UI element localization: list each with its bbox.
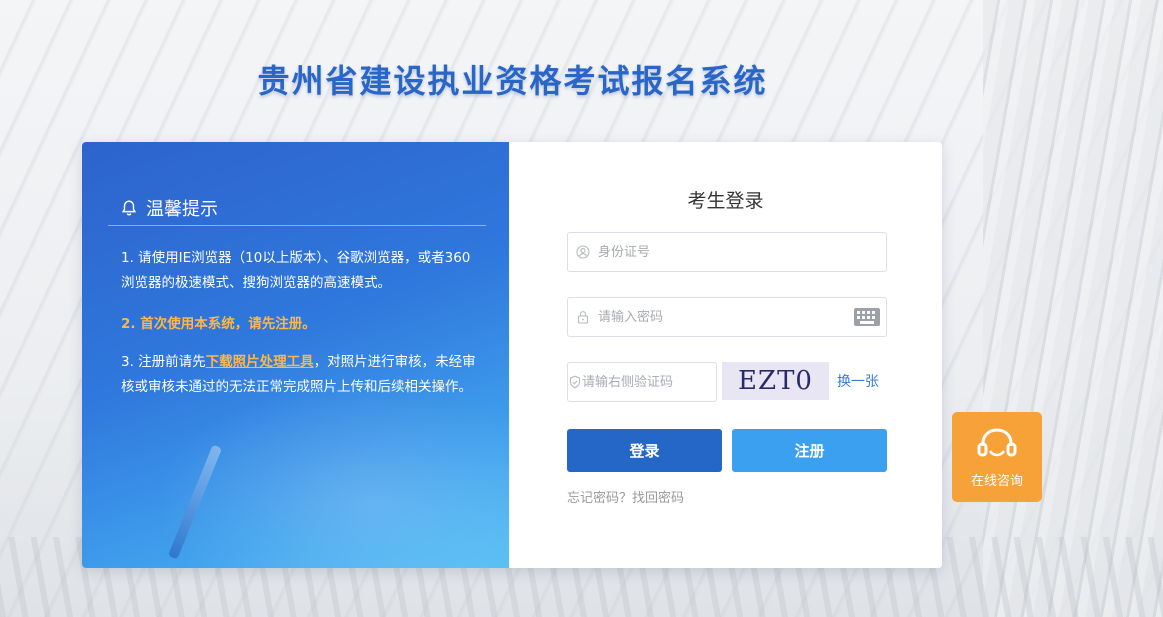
online-consult-button[interactable]: 在线咨询 bbox=[952, 412, 1042, 502]
keyboard-icon[interactable] bbox=[854, 308, 880, 326]
login-title: 考生登录 bbox=[687, 190, 764, 212]
download-photo-tool-link[interactable]: 下载照片处理工具 bbox=[206, 354, 314, 370]
tip-item-3-prefix: 3. 注册前请先 bbox=[121, 354, 206, 370]
login-panel: 考生登录 EZT0 换一张 登录 注 bbox=[509, 142, 942, 568]
lock-icon bbox=[568, 310, 598, 324]
captcha-field[interactable] bbox=[567, 362, 752, 402]
forgot-password-link[interactable]: 忘记密码？找回密码 bbox=[567, 487, 684, 506]
bell-icon bbox=[121, 200, 137, 215]
tips-header: 温馨提示 bbox=[108, 190, 486, 226]
id-number-input[interactable] bbox=[598, 233, 886, 271]
user-icon bbox=[568, 245, 598, 259]
shield-icon bbox=[568, 375, 582, 389]
password-input[interactable] bbox=[598, 298, 854, 336]
tips-panel: 温馨提示 1. 请使用IE浏览器（10以上版本）、谷歌浏览器，或者360浏览器的… bbox=[82, 142, 509, 568]
refresh-captcha-link[interactable]: 换一张 bbox=[837, 371, 879, 391]
tip-item-2: 2. 首次使用本系统，请先注册。 bbox=[121, 316, 316, 332]
headset-icon bbox=[977, 427, 1017, 456]
login-card: 温馨提示 1. 请使用IE浏览器（10以上版本）、谷歌浏览器，或者360浏览器的… bbox=[82, 142, 942, 568]
tip-item-1: 1. 请使用IE浏览器（10以上版本）、谷歌浏览器，或者360浏览器的极速模式、… bbox=[121, 250, 471, 291]
online-consult-label: 在线咨询 bbox=[970, 473, 1023, 489]
register-button[interactable]: 注册 bbox=[732, 429, 887, 472]
captcha-image[interactable]: EZT0 bbox=[722, 362, 829, 400]
id-number-field[interactable] bbox=[567, 232, 887, 272]
login-button[interactable]: 登录 bbox=[567, 429, 722, 472]
page-title: 贵州省建设执业资格考试报名系统 bbox=[257, 62, 768, 100]
tip-item-3: 3. 注册前请先下载照片处理工具，对照片进行审核，未经审核或审核未通过的无法正常… bbox=[121, 350, 476, 400]
password-field[interactable] bbox=[567, 297, 887, 337]
tips-heading: 温馨提示 bbox=[146, 198, 218, 220]
